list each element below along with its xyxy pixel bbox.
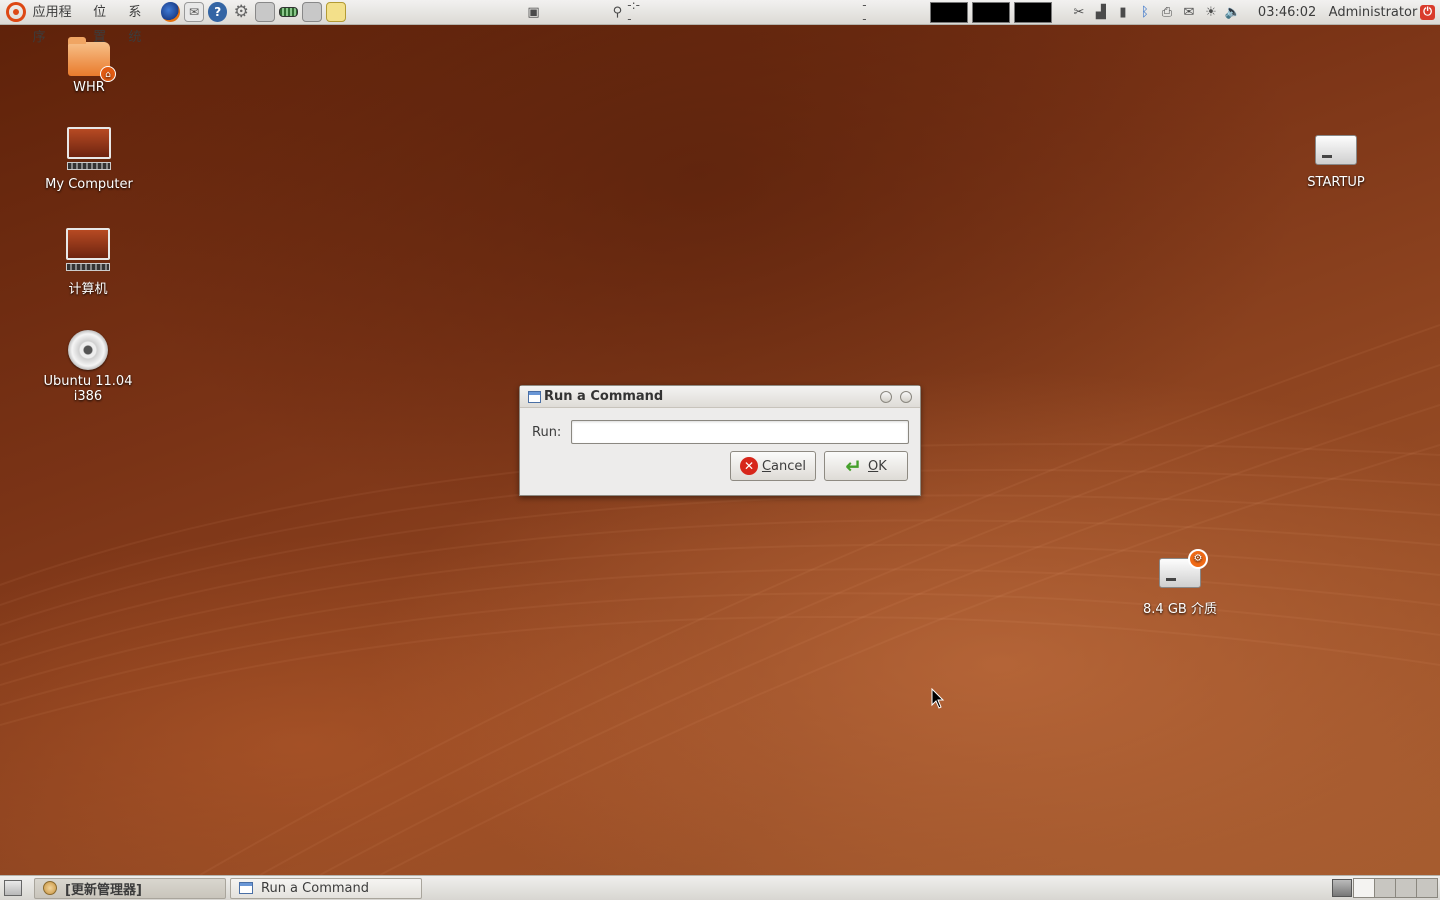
workspace-2[interactable] (1374, 878, 1396, 898)
settings-icon[interactable]: ⚙ (231, 2, 251, 22)
network-monitor[interactable] (1013, 1, 1052, 23)
desktop-icon-label: 计算机 (68, 282, 108, 297)
ok-label: OK (868, 458, 887, 474)
desktop-icon-media[interactable]: ⚙ 8.4 GB 介质 (1120, 549, 1240, 617)
run-command-dialog: Run a Command Run: ✕ Cancel ↵ OK (519, 385, 921, 496)
firefox-icon[interactable] (160, 2, 181, 22)
computer-icon (67, 127, 111, 173)
menu-places[interactable]: 位置 (88, 0, 123, 45)
power-icon[interactable]: ⏻ (1420, 4, 1435, 20)
minimize-button[interactable] (880, 390, 892, 403)
home-folder-icon: ⌂ (68, 37, 116, 82)
taskbar-item-label: Run a Command (261, 880, 369, 896)
bluetooth-icon[interactable]: ᛒ (1136, 3, 1154, 21)
cdrom-icon (68, 330, 108, 370)
run-row: Run: (520, 420, 920, 444)
printer-icon[interactable]: ⎙ (1158, 3, 1176, 21)
desktop-icon-label: My Computer (45, 177, 133, 192)
desktop-icon-my-computer[interactable]: My Computer (29, 127, 149, 192)
status-text: -- (862, 0, 867, 26)
taskbar-item-run-command[interactable]: Run a Command (230, 877, 422, 899)
top-panel: 应用程序 位置 系统 ✉ ? ⚙ ▣ ⚲ -:-- -- ✂ ▟ ▮ ᛒ ⎙ ✉… (0, 0, 1440, 45)
taskbar-item-label: [更新管理器] (65, 882, 142, 898)
workspace-3[interactable] (1395, 878, 1417, 898)
menu-system[interactable]: 系统 (123, 0, 158, 45)
menu-applications[interactable]: 应用程序 (28, 0, 89, 45)
computer-icon (66, 228, 110, 274)
show-desktop-icon[interactable] (4, 880, 22, 896)
ok-button[interactable]: ↵ OK (824, 451, 908, 481)
bottom-panel: [更新管理器] Run a Command (0, 875, 1440, 900)
mic-icon[interactable]: ⚲ (609, 3, 625, 21)
memory-icon[interactable] (278, 7, 299, 17)
indicator-text: -:-- (627, 0, 640, 26)
desktop-icon-label: 8.4 GB 介质 (1143, 602, 1217, 617)
clock[interactable]: 03:46:02 (1258, 5, 1317, 20)
cpu-monitor[interactable] (929, 1, 968, 23)
cancel-label: Cancel (761, 458, 807, 474)
workspace-4[interactable] (1416, 878, 1438, 898)
run-input[interactable] (571, 420, 909, 444)
dialog-title: Run a Command (544, 389, 664, 404)
desktop-icon-home[interactable]: ⌂ WHR (29, 37, 149, 95)
close-button[interactable] (900, 390, 912, 403)
window-icon (528, 390, 541, 403)
mouse-cursor-icon (931, 688, 945, 709)
run-label: Run: (532, 424, 562, 440)
dialog-buttons: ✕ Cancel ↵ OK (520, 451, 920, 481)
tools-icon[interactable]: ✂ (1070, 3, 1088, 21)
window-icon (239, 882, 253, 894)
volume-icon[interactable]: 🔈 (1224, 3, 1242, 21)
desktop-icon-cdrom[interactable]: Ubuntu 11.04 i386 (28, 330, 148, 404)
battery-icon[interactable]: ▮ (1114, 3, 1132, 21)
network-icon[interactable] (255, 2, 275, 22)
indicator-area: ▣ ⚲ -:-- -- (524, 0, 870, 26)
brightness-icon[interactable]: ☀ (1202, 3, 1220, 21)
memory-monitor[interactable] (971, 1, 1010, 23)
main-menu: 应用程序 位置 系统 (0, 0, 159, 45)
desktop-icon-label: Ubuntu 11.04 i386 (43, 374, 133, 404)
ubuntu-logo-icon[interactable] (6, 2, 26, 22)
workspace-1[interactable] (1353, 878, 1375, 898)
display-icon[interactable]: ▣ (526, 3, 542, 21)
signal-icon[interactable]: ▟ (1092, 3, 1110, 21)
desktop-icon-label: WHR (73, 80, 105, 95)
cancel-button[interactable]: ✕ Cancel (730, 451, 816, 481)
mail-notification-icon[interactable]: ✉ (1180, 3, 1198, 21)
ok-icon: ↵ (845, 454, 862, 478)
dialog-titlebar[interactable]: Run a Command (520, 386, 920, 408)
system-monitors (928, 1, 1054, 23)
trash-icon[interactable] (1332, 879, 1352, 897)
help-icon[interactable]: ? (207, 2, 228, 22)
usb-icon[interactable] (302, 2, 322, 22)
mail-icon[interactable]: ✉ (184, 2, 204, 22)
drive-icon: ⚙ (1159, 549, 1208, 588)
user-menu[interactable]: Administrator (1329, 5, 1418, 20)
desktop-icon-label: STARTUP (1307, 175, 1365, 190)
desktop-icon-startup[interactable]: STARTUP (1276, 135, 1396, 190)
workspace-switcher (1332, 878, 1438, 898)
desktop-icon-computer[interactable]: 计算机 (28, 228, 148, 297)
taskbar-item-update-manager[interactable]: [更新管理器] (34, 877, 226, 899)
cancel-icon: ✕ (739, 457, 758, 475)
drive-icon (1315, 135, 1357, 165)
notification-area: ✂ ▟ ▮ ᛒ ⎙ ✉ ☀ 🔈 (1068, 3, 1244, 21)
update-manager-icon (43, 881, 57, 895)
notes-icon[interactable] (325, 2, 346, 22)
